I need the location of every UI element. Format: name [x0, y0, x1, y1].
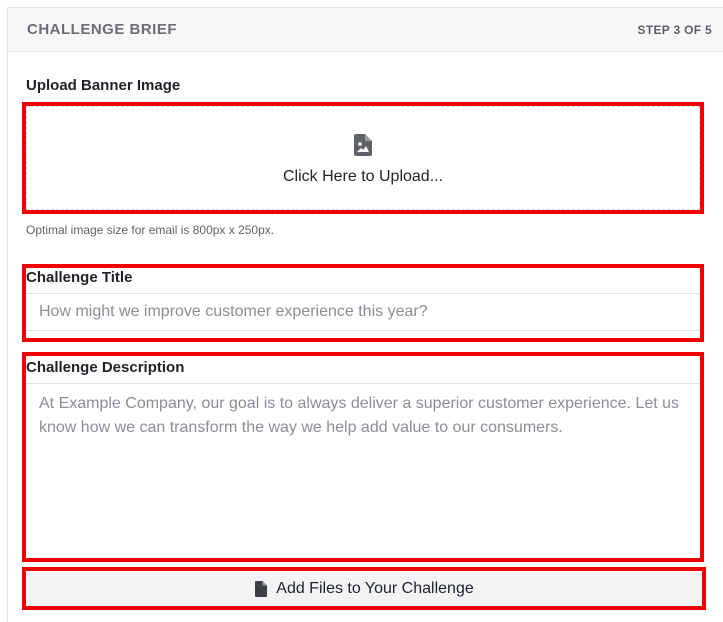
upload-text: Click Here to Upload... — [282, 168, 444, 185]
file-icon — [255, 581, 268, 597]
challenge-description-placeholder: At Example Company, our goal is to alway… — [39, 395, 680, 436]
file-image-icon — [354, 134, 372, 156]
challenge-title-label: Challenge Title — [26, 269, 133, 286]
challenge-title-input[interactable]: How might we improve customer experience… — [26, 293, 700, 331]
card-title: CHALLENGE BRIEF — [27, 21, 177, 38]
add-files-button[interactable]: Add Files to Your Challenge — [27, 572, 702, 606]
add-files-label: Add Files to Your Challenge — [276, 580, 474, 597]
challenge-description-textarea[interactable]: At Example Company, our goal is to alway… — [26, 383, 700, 557]
step-indicator: STEP 3 OF 5 — [637, 22, 712, 37]
upload-banner-label: Upload Banner Image — [26, 77, 181, 94]
challenge-description-label: Challenge Description — [26, 359, 185, 376]
upload-hint: Optimal image size for email is 800px x … — [26, 223, 275, 237]
card-header: CHALLENGE BRIEF STEP 3 OF 5 — [8, 8, 723, 52]
challenge-title-placeholder: How might we improve customer experience… — [39, 303, 428, 320]
upload-banner-dropzone[interactable]: Click Here to Upload... — [26, 106, 700, 210]
